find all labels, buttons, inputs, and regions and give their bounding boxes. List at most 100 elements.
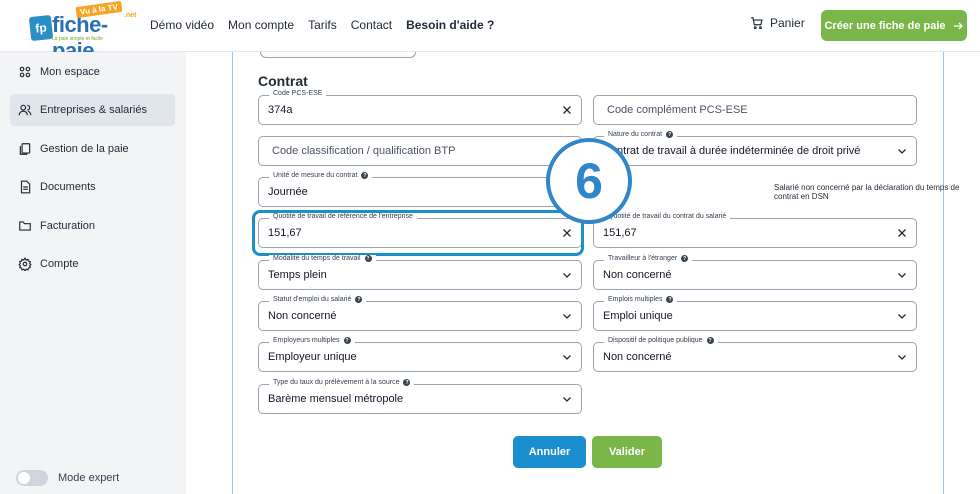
field-label: Modalité du temps de travail? (269, 255, 376, 262)
modalite-temps-select[interactable]: Modalité du temps de travail? Temps plei… (258, 255, 582, 290)
field-value: Employeur unique (268, 351, 357, 363)
main-content: Contrat Code PCS-ESE 374a Code complémen… (186, 52, 980, 494)
sidebar: Mon espace Entreprises & salariés Gestio… (0, 52, 186, 494)
cart-icon (751, 17, 763, 30)
field-value: 374a (268, 104, 293, 116)
sidebar-item-compte[interactable]: Compte (10, 248, 175, 280)
nav-tarifs[interactable]: Tarifs (308, 18, 337, 32)
sidebar-item-facturation[interactable]: Facturation (10, 210, 175, 242)
documents-icon (19, 143, 31, 155)
create-payslip-button[interactable]: Créer une fiche de paie (821, 10, 967, 41)
chevron-down-icon (898, 355, 906, 360)
help-icon[interactable]: ? (403, 379, 411, 386)
sidebar-item-gestion-paie[interactable]: Gestion de la paie (10, 133, 175, 165)
chevron-down-icon (898, 314, 906, 319)
field-label: Quotité de travail du contrat du salarié (604, 213, 731, 220)
arrow-right-icon (953, 22, 963, 29)
dsn-note: Salarié non concerné par la déclaration … (774, 183, 960, 201)
create-payslip-label: Créer une fiche de paie (824, 19, 946, 32)
section-title: Contrat (258, 73, 308, 89)
sidebar-item-mon-espace[interactable]: Mon espace (10, 56, 175, 88)
emplois-multiples-select[interactable]: Emplois multiples? Emploi unique (593, 296, 917, 331)
nature-contrat-select[interactable]: Nature du contrat? Contrat de travail à … (593, 131, 917, 166)
field-value: Emploi unique (603, 310, 673, 322)
field-value: Journée (268, 186, 308, 198)
help-icon[interactable]: ? (343, 337, 351, 344)
sidebar-item-label: Documents (40, 181, 96, 193)
field-value: Barème mensuel métropole (268, 393, 404, 405)
field-value: Non concerné (603, 351, 672, 363)
field-placeholder: Code complément PCS-ESE (607, 104, 748, 116)
cart-link[interactable]: Panier (750, 16, 805, 30)
field-value: Contrat de travail à durée indéterminée … (603, 145, 861, 157)
gear-icon (18, 257, 32, 271)
chevron-down-icon (563, 355, 571, 360)
code-complement-field[interactable]: Code complément PCS-ESE (593, 95, 917, 125)
chevron-down-icon (563, 397, 571, 402)
field-value: Non concerné (603, 269, 672, 281)
help-icon[interactable]: ? (666, 131, 674, 138)
quotite-salarie-field[interactable]: Quotité de travail du contrat du salarié… (593, 213, 917, 248)
help-icon[interactable]: ? (355, 296, 363, 303)
field-label: Emplois multiples? (604, 296, 678, 303)
sidebar-item-documents[interactable]: Documents (10, 171, 175, 203)
help-icon[interactable]: ? (666, 296, 674, 303)
logo-suffix: .net (124, 12, 137, 19)
field-label: Travailleur à l'étranger? (604, 255, 693, 262)
people-icon (18, 104, 32, 116)
expert-mode-toggle[interactable] (16, 470, 48, 486)
clear-icon[interactable] (896, 227, 908, 239)
chevron-down-icon (563, 273, 571, 278)
logo-tagline: La paie simple et facile (52, 36, 103, 42)
sidebar-item-label: Mon espace (40, 66, 100, 78)
nav-contact[interactable]: Contact (351, 18, 392, 32)
field-label: Type du taux du prélèvement à la source? (269, 379, 415, 386)
top-bar: fp fiche-paie Vu à la TV .net La paie si… (0, 0, 980, 63)
code-classification-field[interactable]: Code classification / qualification BTP (258, 136, 582, 166)
nav-demo-video[interactable]: Démo vidéo (150, 18, 214, 32)
folder-icon (19, 221, 31, 231)
field-value: 151,67 (603, 227, 637, 239)
step-badge: 6 (546, 138, 632, 224)
help-icon[interactable]: ? (364, 255, 372, 262)
sidebar-item-label: Entreprises & salariés (40, 104, 147, 116)
document-icon (20, 180, 31, 194)
submit-button[interactable]: Valider (592, 436, 662, 468)
sidebar-item-label: Gestion de la paie (40, 143, 129, 155)
logo-mark: fp (28, 14, 54, 42)
clear-icon[interactable] (561, 104, 573, 116)
previous-field-edge (260, 52, 416, 58)
field-label: Unité de mesure du contrat? (269, 172, 373, 179)
employeurs-multiples-select[interactable]: Employeurs multiples? Employeur unique (258, 337, 582, 372)
nav-help[interactable]: Besoin d'aide ? (406, 18, 494, 32)
dispositif-politique-select[interactable]: Dispositif de politique publique? Non co… (593, 337, 917, 372)
field-value: Non concerné (268, 310, 337, 322)
users-icon (19, 66, 31, 78)
type-taux-select[interactable]: Type du taux du prélèvement à la source?… (258, 379, 582, 414)
cancel-button[interactable]: Annuler (513, 436, 586, 468)
logo[interactable]: fp fiche-paie Vu à la TV .net La paie si… (16, 0, 137, 63)
field-placeholder: Code classification / qualification BTP (272, 145, 456, 157)
expert-mode-label: Mode expert (58, 472, 120, 484)
help-icon[interactable]: ? (361, 172, 369, 179)
help-icon[interactable]: ? (681, 255, 689, 262)
field-label: Nature du contrat? (604, 131, 678, 138)
field-label: Employeurs multiples? (269, 337, 355, 344)
unite-mesure-select[interactable]: Unité de mesure du contrat? Journée (258, 172, 582, 207)
expert-mode: Mode expert (16, 470, 119, 486)
field-highlight (252, 210, 584, 256)
chevron-down-icon (898, 149, 906, 154)
chevron-down-icon (563, 314, 571, 319)
sidebar-item-entreprises[interactable]: Entreprises & salariés (10, 94, 175, 126)
field-value: Temps plein (268, 269, 327, 281)
statut-emploi-select[interactable]: Statut d'emploi du salarié? Non concerné (258, 296, 582, 331)
help-icon[interactable]: ? (706, 337, 714, 344)
field-label: Dispositif de politique publique? (604, 337, 718, 344)
sidebar-item-label: Facturation (40, 220, 96, 232)
cart-label: Panier (770, 16, 805, 30)
travailleur-etranger-select[interactable]: Travailleur à l'étranger? Non concerné (593, 255, 917, 290)
main-nav: Démo vidéo Mon compte Tarifs Contact Bes… (150, 18, 494, 32)
nav-mon-compte[interactable]: Mon compte (228, 18, 294, 32)
code-pcs-field[interactable]: Code PCS-ESE 374a (258, 90, 582, 125)
chevron-down-icon (898, 273, 906, 278)
